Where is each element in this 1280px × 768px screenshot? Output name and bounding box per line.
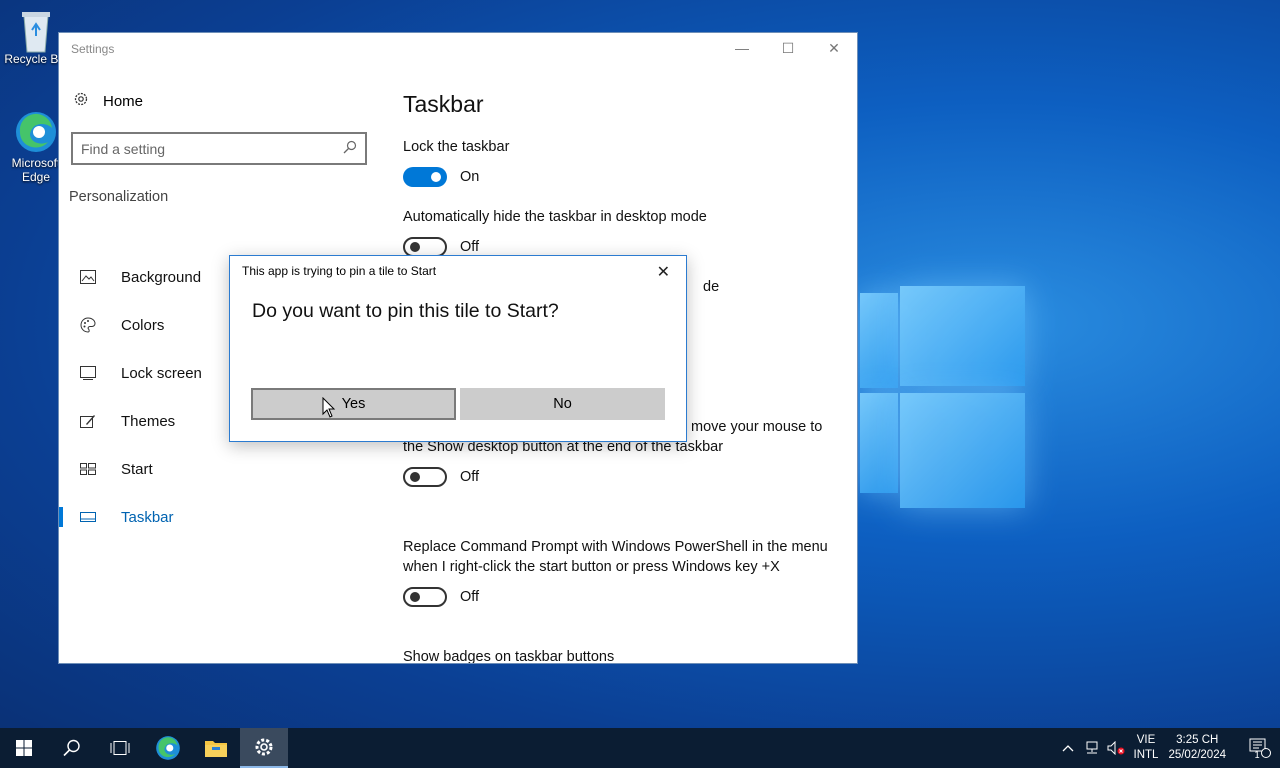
option-powershell: Replace Command Prompt with Windows Powe… <box>403 537 833 607</box>
taskbar-file-explorer-button[interactable] <box>192 728 240 768</box>
option-label: Automatically hide the taskbar in deskto… <box>403 209 707 225</box>
themes-icon <box>75 413 101 429</box>
search-button[interactable] <box>48 728 96 768</box>
option-label: de <box>703 279 720 295</box>
dialog-title: This app is trying to pin a tile to Star… <box>242 264 437 278</box>
peek-toggle[interactable] <box>403 467 447 487</box>
language-line2: INTL <box>1133 749 1159 761</box>
system-tray: VIE INTL 3:25 CH 25/02/2024 <box>1056 728 1280 768</box>
file-explorer-icon <box>205 741 227 757</box>
sidebar-item-start[interactable]: Start <box>59 449 379 489</box>
home-label: Home <box>103 92 144 110</box>
lock-screen-icon <box>75 366 101 380</box>
lock-taskbar-toggle[interactable] <box>403 167 447 187</box>
action-center-button[interactable] <box>1240 738 1280 758</box>
minimize-button[interactable]: — <box>719 33 765 63</box>
maximize-button[interactable]: ☐ <box>765 33 811 63</box>
volume-muted-icon[interactable] <box>1104 741 1128 755</box>
gear-icon <box>73 91 89 111</box>
option-badges: Show badges on taskbar buttons On <box>403 647 843 664</box>
close-button[interactable]: ✕ <box>811 33 857 63</box>
toggle-state: Off <box>460 239 480 255</box>
task-view-icon <box>110 741 130 755</box>
window-title: Settings <box>71 42 115 56</box>
auto-hide-desktop-toggle[interactable] <box>403 237 447 257</box>
taskbar-settings-button[interactable] <box>240 728 288 768</box>
clock[interactable]: 3:25 CH 25/02/2024 <box>1168 733 1226 763</box>
notification-icon <box>1249 738 1271 758</box>
toggle-state: On <box>460 169 480 185</box>
search-placeholder: Find a setting <box>81 140 166 157</box>
search-icon <box>63 739 80 757</box>
notification-count-badge: 1 <box>1254 751 1260 761</box>
input-language-indicator[interactable]: VIE INTL <box>1134 733 1159 763</box>
yes-button[interactable]: Yes <box>251 388 456 420</box>
section-label: Personalization <box>69 189 169 205</box>
option-auto-hide-desktop: Automatically hide the taskbar in deskto… <box>403 207 843 257</box>
clock-time: 3:25 CH <box>1176 734 1219 746</box>
dialog-message: Do you want to pin this tile to Start? <box>252 300 559 322</box>
sidebar-item-label: Themes <box>121 412 176 430</box>
windows-start-icon <box>16 740 32 756</box>
page-title: Taskbar <box>403 91 484 117</box>
background-icon <box>75 270 101 284</box>
option-label: Show badges on taskbar buttons <box>403 649 615 664</box>
language-line1: VIE <box>1136 734 1156 746</box>
sidebar-item-label: Start <box>121 460 153 478</box>
task-view-button[interactable] <box>96 728 144 768</box>
search-input[interactable]: Find a setting <box>71 132 367 165</box>
sidebar-item-label: Taskbar <box>121 508 174 526</box>
sidebar-item-label: Lock screen <box>121 364 202 382</box>
sidebar-item-taskbar[interactable]: Taskbar <box>59 497 379 537</box>
mouse-cursor-icon <box>322 397 336 418</box>
recycle-bin-icon <box>14 6 58 53</box>
dialog-close-button[interactable]: ✕ <box>657 262 670 282</box>
option-auto-hide-tablet-partial: de <box>703 277 803 297</box>
start-icon <box>75 463 101 475</box>
taskbar: VIE INTL 3:25 CH 25/02/2024 <box>0 728 1280 768</box>
option-lock-taskbar: Lock the taskbar On <box>403 137 843 187</box>
toggle-state: Off <box>460 469 480 485</box>
edge-icon <box>14 110 58 154</box>
chevron-up-icon[interactable] <box>1056 744 1080 752</box>
network-icon[interactable] <box>1080 741 1104 755</box>
clock-date: 25/02/2024 <box>1168 749 1226 761</box>
no-button[interactable]: No <box>460 388 665 420</box>
home-link[interactable]: Home <box>73 91 143 111</box>
sidebar-item-label: Colors <box>121 316 165 334</box>
option-label: Lock the taskbar <box>403 139 510 155</box>
taskbar-icon <box>75 512 101 522</box>
sidebar-item-label: Background <box>121 268 202 286</box>
palette-icon <box>75 317 101 333</box>
option-label: Replace Command Prompt with Windows Powe… <box>403 539 828 575</box>
pin-tile-dialog: This app is trying to pin a tile to Star… <box>229 255 687 442</box>
taskbar-edge-button[interactable] <box>144 728 192 768</box>
start-button[interactable] <box>0 728 48 768</box>
toggle-state: Off <box>460 589 480 605</box>
powershell-toggle[interactable] <box>403 587 447 607</box>
settings-gear-icon <box>255 738 273 756</box>
search-icon <box>343 140 357 157</box>
windows-wallpaper-logo <box>850 268 1030 513</box>
edge-icon <box>156 736 180 760</box>
